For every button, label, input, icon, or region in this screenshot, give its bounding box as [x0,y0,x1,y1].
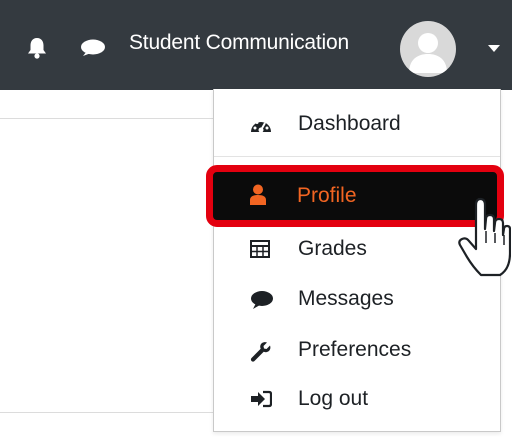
menu-item-label: Dashboard [298,112,401,135]
content-divider [0,412,214,413]
user-icon [249,184,267,211]
menu-item-label: Log out [298,387,369,410]
caret-down-icon[interactable] [488,40,500,58]
menu-item-label: Preferences [298,338,412,361]
hand-pointer-icon [455,195,512,292]
speech-bubble-icon [250,290,273,312]
table-grid-icon [250,240,272,262]
menu-divider [214,156,500,157]
menu-item-preferences[interactable]: Preferences [214,329,500,373]
content-divider [0,118,214,119]
wrench-icon [250,341,272,363]
dashboard-gauge-icon [250,115,272,137]
menu-item-dashboard[interactable]: Dashboard [214,103,500,147]
top-navbar: Student Communication [0,0,512,90]
chat-icon[interactable] [80,38,106,63]
menu-item-label: Profile [297,184,357,207]
user-name[interactable]: Student Communication [129,31,349,55]
menu-item-logout[interactable]: Log out [214,378,500,422]
menu-item-label: Grades [298,237,367,260]
bell-icon[interactable] [26,36,48,65]
sign-out-icon [250,390,273,412]
user-avatar[interactable] [400,21,456,77]
menu-item-label: Messages [298,287,394,310]
